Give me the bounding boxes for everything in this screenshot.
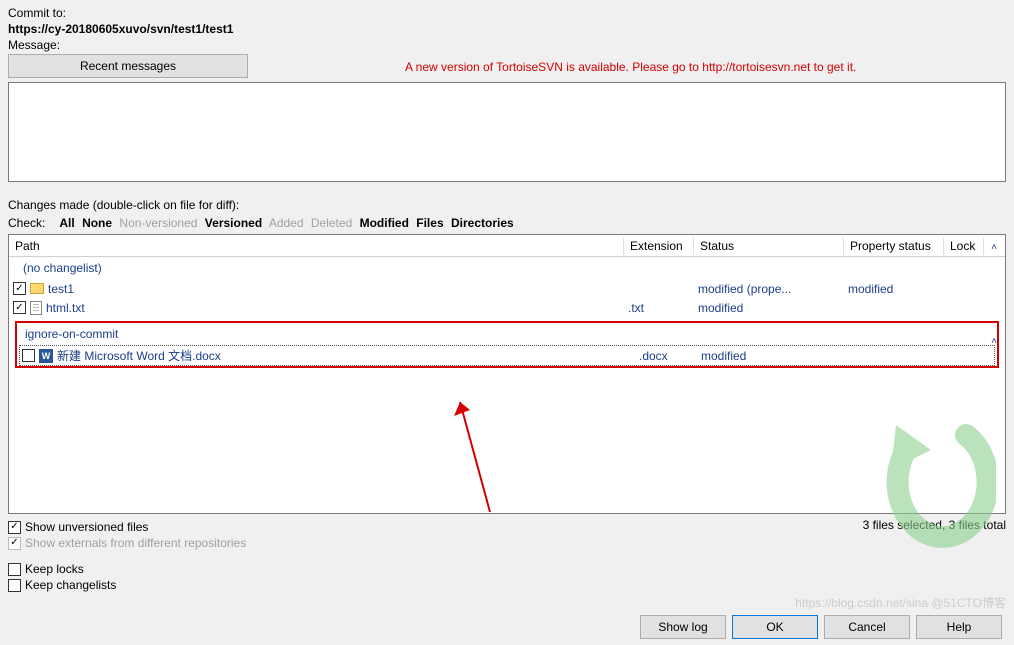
group-ignore-on-commit[interactable]: ignore-on-commit bbox=[17, 323, 997, 345]
watermark-text: https://blog.csdn.net/sina @51CTO博客 bbox=[795, 594, 1006, 611]
changes-made-label: Changes made (double-click on file for d… bbox=[8, 198, 1006, 212]
col-status[interactable]: Status bbox=[694, 237, 844, 255]
file-list-panel: Path Extension Status Property status Lo… bbox=[8, 234, 1006, 514]
file-name: html.txt bbox=[46, 301, 85, 315]
collapse-icon[interactable]: ˄ bbox=[991, 242, 997, 253]
update-notice: A new version of TortoiseSVN is availabl… bbox=[405, 60, 856, 74]
message-label: Message: bbox=[8, 38, 1006, 52]
filter-directories[interactable]: Directories bbox=[451, 216, 514, 230]
show-log-button[interactable]: Show log bbox=[640, 615, 726, 639]
checkbox-icon[interactable] bbox=[8, 563, 21, 576]
filter-versioned[interactable]: Versioned bbox=[205, 216, 262, 230]
file-status: modified bbox=[694, 301, 844, 315]
file-prop: modified bbox=[844, 282, 944, 296]
filter-all[interactable]: All bbox=[59, 216, 74, 230]
commit-message-textarea[interactable] bbox=[8, 82, 1006, 182]
commit-url: https://cy-20180605xuvo/svn/test1/test1 bbox=[8, 22, 1006, 36]
highlight-box: ignore-on-commit W 新建 Microsoft Word 文档.… bbox=[15, 321, 999, 368]
keep-locks-checkbox[interactable]: Keep locks bbox=[8, 562, 1006, 576]
table-row[interactable]: test1 modified (prope... modified bbox=[9, 279, 1005, 298]
col-property-status[interactable]: Property status bbox=[844, 237, 944, 255]
file-status: modified (prope... bbox=[694, 282, 844, 296]
col-path[interactable]: Path bbox=[9, 237, 624, 255]
cancel-button[interactable]: Cancel bbox=[824, 615, 910, 639]
filter-deleted[interactable]: Deleted bbox=[311, 216, 352, 230]
group-no-changelist[interactable]: (no changelist) bbox=[9, 257, 1005, 279]
commit-to-label: Commit to: bbox=[8, 6, 1006, 20]
filter-added[interactable]: Added bbox=[269, 216, 304, 230]
table-row[interactable]: html.txt .txt modified bbox=[9, 298, 1005, 317]
keep-changelists-checkbox[interactable]: Keep changelists bbox=[8, 578, 1006, 592]
file-ext: .txt bbox=[624, 301, 694, 315]
filter-bar: Check: All None Non-versioned Versioned … bbox=[8, 216, 1006, 230]
filter-files[interactable]: Files bbox=[416, 216, 443, 230]
row-checkbox[interactable] bbox=[22, 349, 35, 362]
file-status: modified bbox=[697, 349, 847, 363]
filter-modified[interactable]: Modified bbox=[360, 216, 409, 230]
collapse-icon[interactable]: ˄ bbox=[991, 336, 997, 347]
selection-status: 3 files selected, 3 files total bbox=[863, 518, 1006, 552]
col-extension[interactable]: Extension bbox=[624, 237, 694, 255]
recent-messages-button[interactable]: Recent messages bbox=[8, 54, 248, 78]
file-name: test1 bbox=[48, 282, 74, 296]
ok-button[interactable]: OK bbox=[732, 615, 818, 639]
check-label: Check: bbox=[8, 216, 45, 230]
show-externals-checkbox: Show externals from different repositori… bbox=[8, 536, 246, 550]
filter-none[interactable]: None bbox=[82, 216, 112, 230]
checkbox-icon bbox=[8, 537, 21, 550]
table-row[interactable]: W 新建 Microsoft Word 文档.docx .docx modifi… bbox=[20, 346, 994, 365]
checkbox-icon[interactable] bbox=[8, 521, 21, 534]
checkbox-icon[interactable] bbox=[8, 579, 21, 592]
filter-nonversioned[interactable]: Non-versioned bbox=[119, 216, 197, 230]
file-ext: .docx bbox=[635, 349, 697, 363]
folder-icon bbox=[30, 283, 44, 294]
help-button[interactable]: Help bbox=[916, 615, 1002, 639]
row-checkbox[interactable] bbox=[13, 282, 26, 295]
word-icon: W bbox=[39, 349, 53, 363]
file-icon bbox=[30, 301, 42, 315]
file-name: 新建 Microsoft Word 文档.docx bbox=[57, 347, 221, 364]
row-checkbox[interactable] bbox=[13, 301, 26, 314]
col-lock[interactable]: Lock bbox=[944, 237, 984, 255]
show-unversioned-checkbox[interactable]: Show unversioned files bbox=[8, 520, 246, 534]
column-header-row: Path Extension Status Property status Lo… bbox=[9, 235, 1005, 257]
